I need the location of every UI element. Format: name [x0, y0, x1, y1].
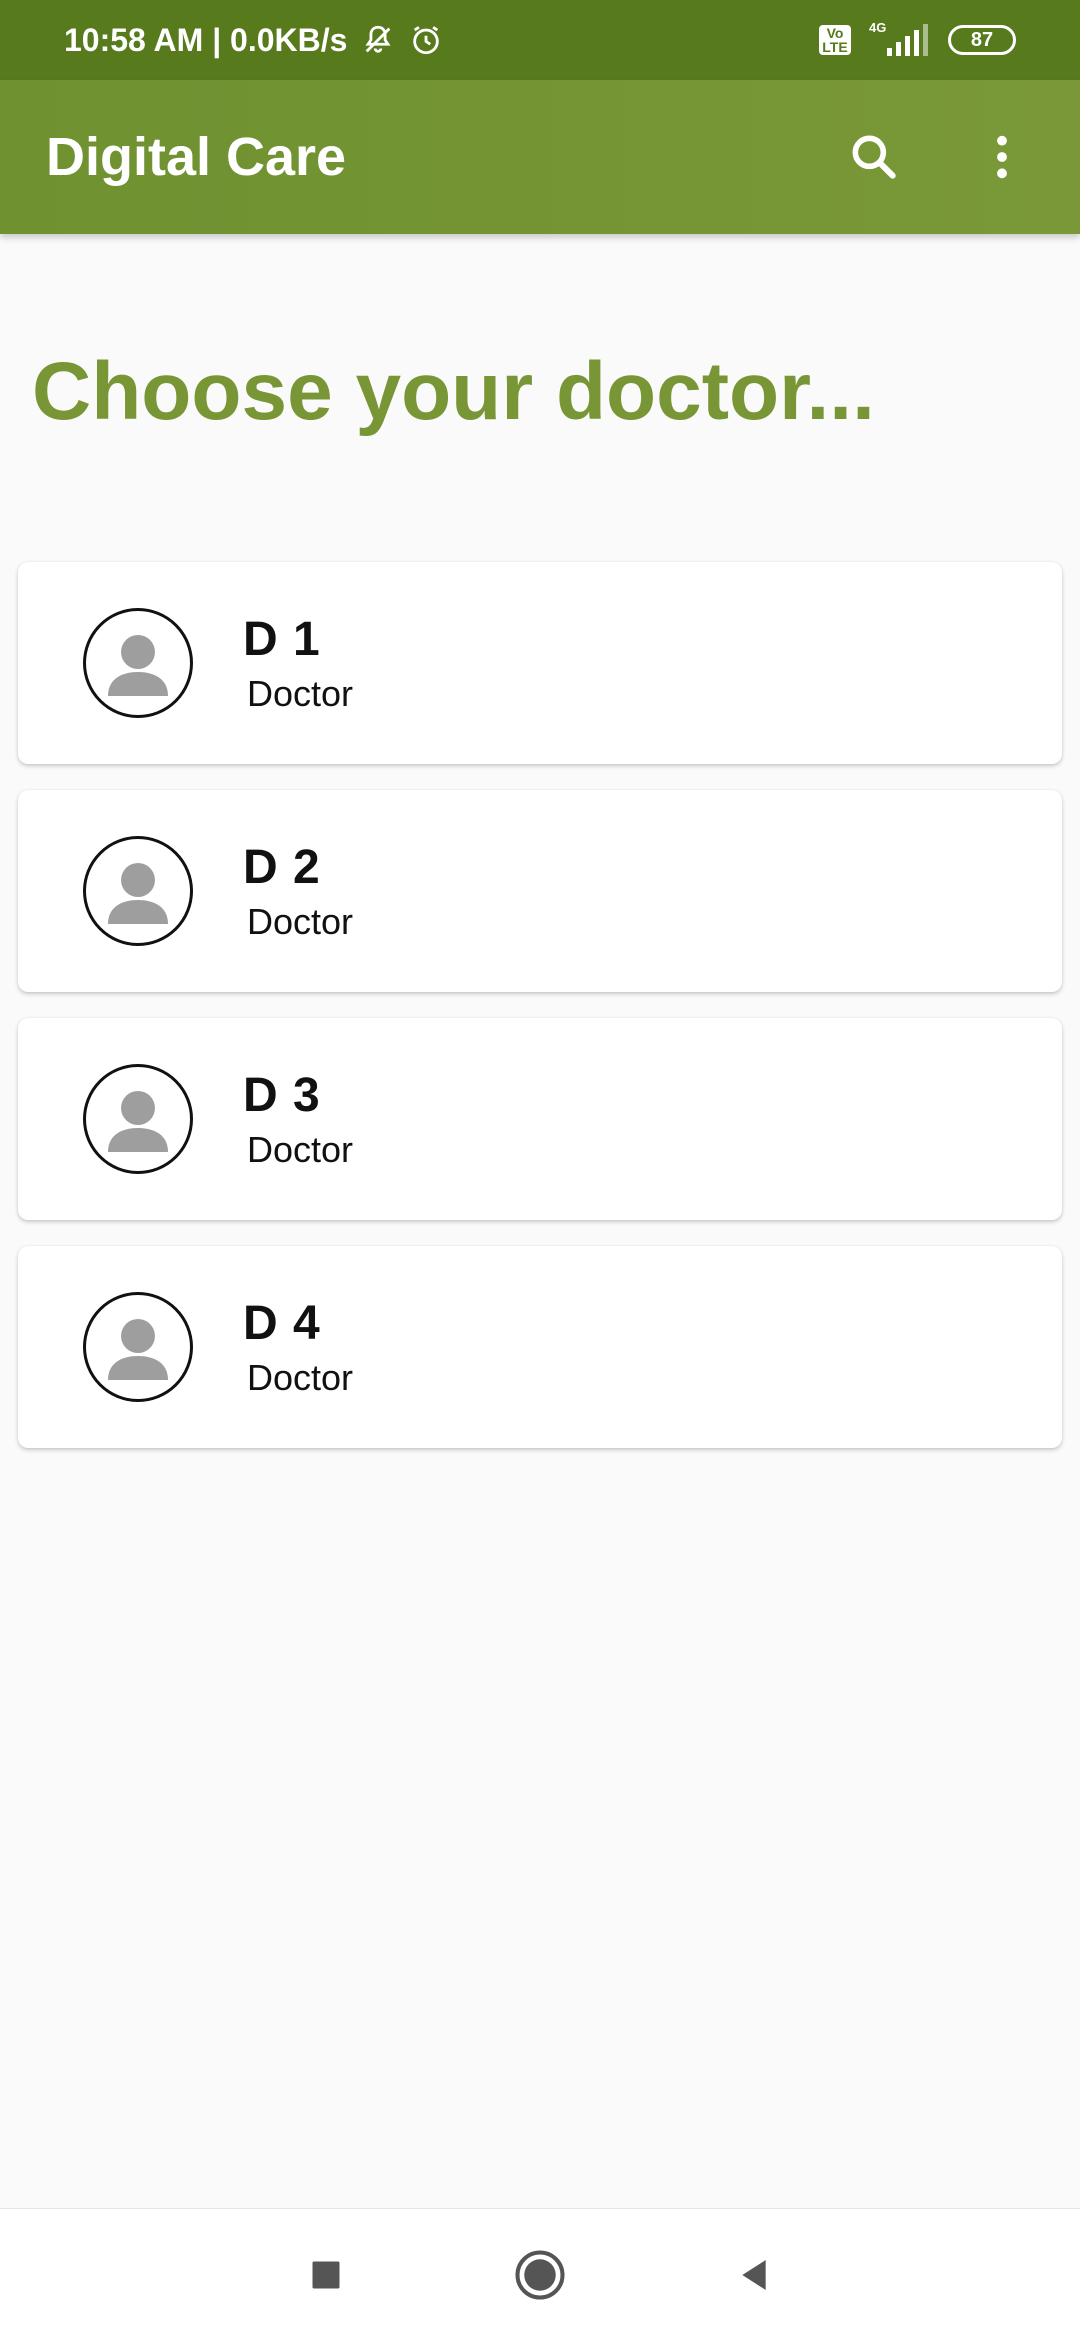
- mute-icon: [361, 23, 395, 57]
- search-icon[interactable]: [842, 125, 906, 189]
- signal-bar: [896, 42, 901, 56]
- doctor-name: D 2: [243, 840, 321, 894]
- volte-icon: Vo LTE: [819, 25, 851, 55]
- doctor-card[interactable]: D 4 Doctor: [18, 1246, 1062, 1448]
- back-icon[interactable]: [722, 2243, 786, 2307]
- doctor-text: D 3 Doctor: [243, 1068, 353, 1171]
- signal-icon: 4G: [869, 20, 928, 56]
- signal-bar: [887, 48, 892, 56]
- doctor-text: D 4 Doctor: [243, 1296, 353, 1399]
- doctor-card[interactable]: D 2 Doctor: [18, 790, 1062, 992]
- person-avatar-icon: [83, 836, 193, 946]
- battery-level: 87: [970, 28, 994, 51]
- doctor-list: D 1 Doctor D 2 Doctor D 3 Doctor D 4 Doc…: [18, 562, 1062, 1474]
- signal-bar: [905, 36, 910, 56]
- status-left: 10:58 AM | 0.0KB/s: [64, 22, 443, 59]
- signal-bar: [923, 24, 928, 56]
- status-right: Vo LTE 4G 87: [819, 20, 1016, 56]
- more-vert-icon[interactable]: [970, 125, 1034, 189]
- doctor-name: D 1: [243, 612, 321, 666]
- status-bar: 10:58 AM | 0.0KB/s Vo LTE 4G 87: [0, 0, 1080, 80]
- doctor-text: D 2 Doctor: [243, 840, 353, 943]
- doctor-role: Doctor: [247, 900, 354, 942]
- doctor-name: D 4: [243, 1296, 321, 1350]
- network-type: 4G: [869, 20, 887, 35]
- doctor-role: Doctor: [247, 1356, 354, 1398]
- app-bar: Digital Care: [0, 80, 1080, 234]
- system-nav-bar: [0, 2208, 1080, 2340]
- doctor-text: D 1 Doctor: [243, 612, 353, 715]
- app-title: Digital Care: [46, 127, 347, 187]
- doctor-card[interactable]: D 3 Doctor: [18, 1018, 1062, 1220]
- person-avatar-icon: [83, 608, 193, 718]
- doctor-card[interactable]: D 1 Doctor: [18, 562, 1062, 764]
- doctor-name: D 3: [243, 1068, 321, 1122]
- alarm-icon: [409, 23, 443, 57]
- recents-icon[interactable]: [294, 2243, 358, 2307]
- app-actions: [842, 125, 1034, 189]
- doctor-role: Doctor: [247, 1128, 354, 1170]
- volte-bottom-label: LTE: [822, 39, 848, 55]
- page-heading: Choose your doctor...: [32, 346, 875, 437]
- signal-bar: [914, 30, 919, 56]
- battery-icon: 87: [948, 25, 1016, 55]
- volte-top-label: Vo: [826, 25, 844, 41]
- person-avatar-icon: [83, 1064, 193, 1174]
- status-time-speed: 10:58 AM | 0.0KB/s: [64, 21, 348, 58]
- doctor-role: Doctor: [247, 672, 354, 714]
- home-icon[interactable]: [508, 2243, 572, 2307]
- person-avatar-icon: [83, 1292, 193, 1402]
